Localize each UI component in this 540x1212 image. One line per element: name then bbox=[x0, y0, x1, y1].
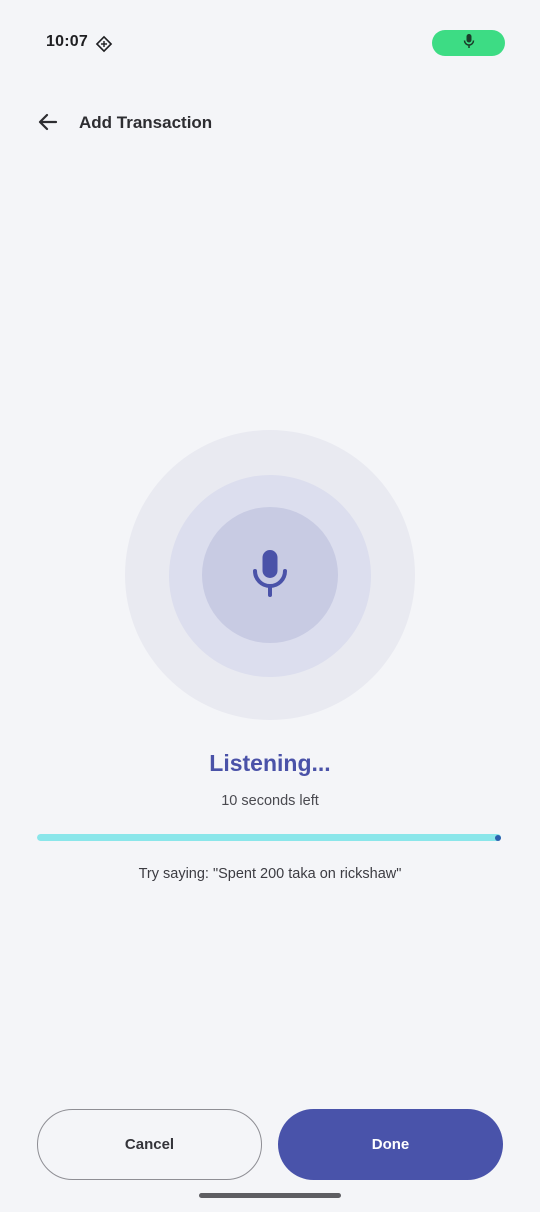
mic-icon bbox=[250, 548, 290, 603]
page-title: Add Transaction bbox=[79, 113, 213, 132]
listening-progress-fill bbox=[37, 834, 501, 841]
data-saver-diamond-icon bbox=[95, 35, 113, 53]
home-indicator[interactable] bbox=[199, 1193, 341, 1198]
status-time: 10:07 bbox=[46, 33, 88, 50]
cancel-button[interactable]: Cancel bbox=[37, 1109, 262, 1180]
arrow-back-icon bbox=[36, 110, 60, 139]
progress-end-dot bbox=[495, 835, 501, 841]
mic-icon bbox=[462, 33, 476, 54]
listening-progress-bar bbox=[37, 834, 501, 841]
done-button[interactable]: Done bbox=[278, 1109, 503, 1180]
listening-status-title: Listening... bbox=[209, 750, 331, 776]
voice-input-screen: 10:07 Add Transaction Listening... 10 se… bbox=[0, 0, 540, 1212]
status-bar: 10:07 bbox=[0, 0, 540, 88]
mic-in-use-pill[interactable] bbox=[432, 30, 505, 56]
app-bar: Add Transaction bbox=[0, 100, 540, 148]
countdown-text: 10 seconds left bbox=[221, 793, 319, 809]
mic-button[interactable] bbox=[202, 507, 338, 643]
back-button[interactable] bbox=[30, 106, 66, 142]
hint-text: Try saying: "Spent 200 taka on rickshaw" bbox=[138, 866, 402, 882]
